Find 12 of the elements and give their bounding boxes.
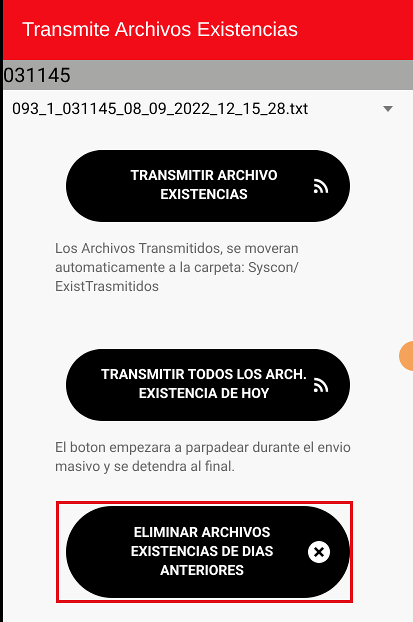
store-code: 031145	[3, 62, 70, 89]
app-title: Transmite Archivos Existencias	[22, 18, 298, 43]
info-note: Los Archivos Transmitidos, se moveran automaticamente a la carpeta: Syscon/ ExistTrasmitidos	[55, 240, 300, 297]
rss-icon	[312, 376, 330, 394]
info-note: El boton empezara a parpadear durante el envio masivo y se detendra al final.	[55, 439, 352, 477]
transmit-button[interactable]: TRANSMITIR TODOS LOS ARCH. EXISTENCIA DE HOY	[66, 349, 350, 421]
dropdown-arrow-icon	[383, 106, 393, 112]
rss-icon	[312, 177, 330, 195]
transmit-button[interactable]: TRANSMITIR ARCHIVO EXISTENCIAS	[66, 150, 350, 222]
close-icon	[308, 541, 330, 563]
delete-button[interactable]: ELIMINAR ARCHIVOS EXISTENCIAS DE DIAS ANTERIORES	[66, 506, 350, 598]
file-dropdown[interactable]: 093_1_031145_08_09_2022_12_15_28.txt	[3, 90, 413, 128]
